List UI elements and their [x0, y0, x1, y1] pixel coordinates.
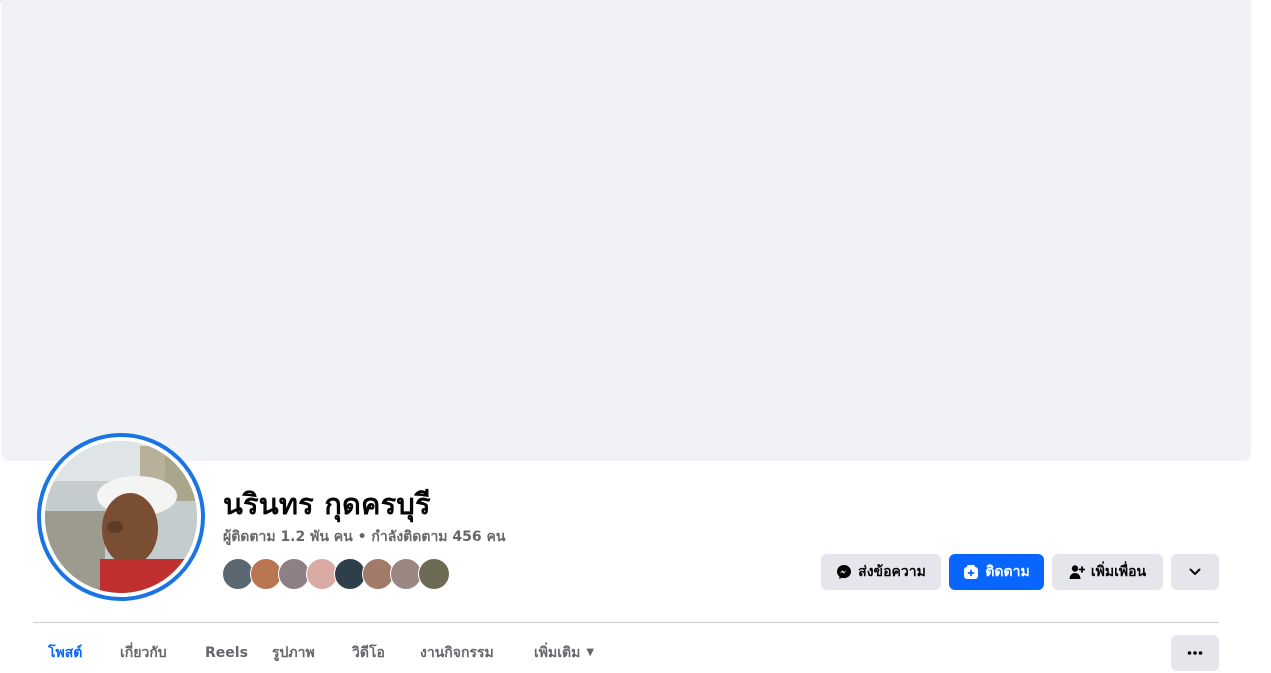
tab-photos[interactable]: รูปภาพ — [272, 634, 315, 672]
tab-label: งานกิจกรรม — [420, 645, 494, 661]
profile-photo-illustration — [45, 441, 197, 593]
caret-down-icon: ▼ — [586, 647, 595, 658]
tab-videos[interactable]: วิดีโอ — [352, 634, 385, 672]
tab-label: เพิ่มเติม — [534, 645, 581, 661]
tab-label: รูปภาพ — [272, 645, 315, 661]
add-friend-icon — [1069, 565, 1085, 579]
tab-label: วิดีโอ — [352, 645, 385, 661]
follow-button[interactable]: ติดตาม — [949, 554, 1044, 590]
follower-count[interactable]: ผู้ติดตาม 1.2 พัน คน • กำลังติดตาม 456 ค… — [223, 528, 505, 546]
profile-name: นรินทร กุดครบุรี — [223, 487, 431, 521]
message-button[interactable]: ส่งข้อความ — [821, 554, 941, 590]
profile-photo-image — [45, 441, 197, 593]
chevron-down-icon — [1189, 568, 1201, 575]
tab-events[interactable]: งานกิจกรรม — [420, 634, 494, 672]
add-friend-button[interactable]: เพิ่มเพื่อน — [1052, 554, 1163, 590]
tab-more[interactable]: เพิ่มเติม ▼ — [534, 634, 594, 672]
tab-label: เกี่ยวกับ — [120, 645, 167, 661]
tab-about[interactable]: เกี่ยวกับ — [120, 634, 167, 672]
page-gutter — [1251, 0, 1271, 673]
profile-picture[interactable] — [37, 433, 205, 601]
friend-avatar[interactable] — [418, 558, 450, 590]
profile-menu-button[interactable] — [1171, 554, 1219, 590]
tab-label: โพสต์ — [48, 645, 83, 661]
ellipsis-icon — [1187, 651, 1203, 655]
follow-button-label: ติดตาม — [985, 564, 1030, 580]
tab-label: Reels — [205, 645, 248, 661]
header-divider — [33, 622, 1219, 623]
messenger-icon — [837, 565, 852, 579]
more-options-button[interactable] — [1171, 635, 1219, 671]
tab-posts[interactable]: โพสต์ — [48, 634, 82, 672]
add-friend-button-label: เพิ่มเพื่อน — [1090, 564, 1147, 580]
profile-picture-border — [41, 437, 201, 597]
message-button-label: ส่งข้อความ — [858, 564, 926, 580]
cover-photo[interactable] — [1, 0, 1251, 461]
tab-reels[interactable]: Reels — [205, 634, 248, 672]
follow-icon — [964, 565, 979, 579]
